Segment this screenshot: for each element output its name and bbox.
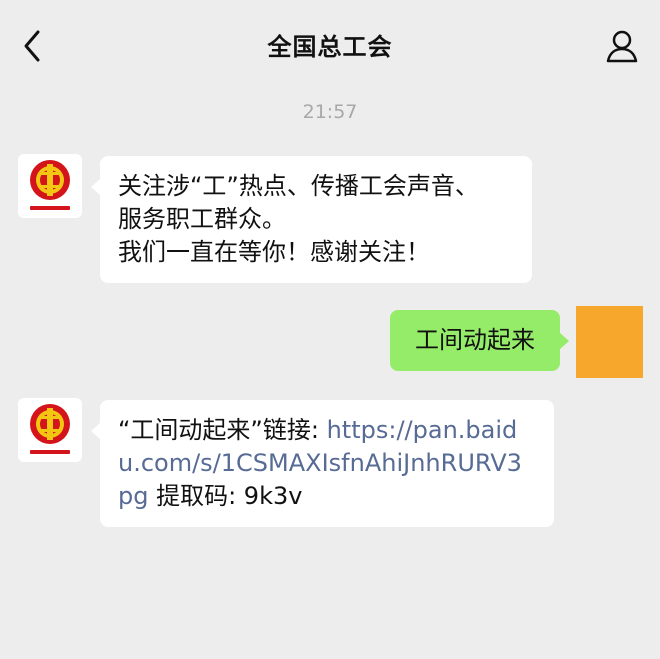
message-timestamp: 21:57 [302,101,358,123]
nav-bar: 全国总工会 [0,0,660,92]
message-bubble-welcome: 关注涉“工”热点、传播工会声音、 服务职工群众。 我们一直在等你！感谢关注！ [91,156,532,283]
union-logo-icon [30,160,70,210]
official-avatar[interactable] [18,154,82,218]
message-text: “工间动起来”链接: [118,416,327,444]
share-link[interactable]: pg [118,482,148,510]
official-avatar[interactable] [18,398,82,462]
message-text-line: 关注涉“工”热点、传播工会声音、 [118,172,479,200]
profile-button[interactable] [604,28,640,64]
message-text-line: 我们一直在等你！感谢关注！ [118,238,430,266]
message-bubble-mine: 工间动起来 [390,310,569,371]
message-text: 工间动起来 [415,326,535,354]
share-link[interactable]: https://pan.baid [327,416,518,444]
chat-title: 全国总工会 [267,33,393,61]
extraction-code: 提取码: 9k3v [148,482,303,510]
person-icon [606,30,638,63]
share-link[interactable]: u.com/s/1CSMAXIsfnAhiJnhRURV3 [118,449,522,477]
message-bubble-link: “工间动起来”链接: https://pan.baid u.com/s/1CSM… [91,400,554,527]
message-text-line: 服务职工群众。 [118,205,286,233]
my-avatar[interactable] [576,306,643,378]
union-logo-icon [30,404,70,454]
